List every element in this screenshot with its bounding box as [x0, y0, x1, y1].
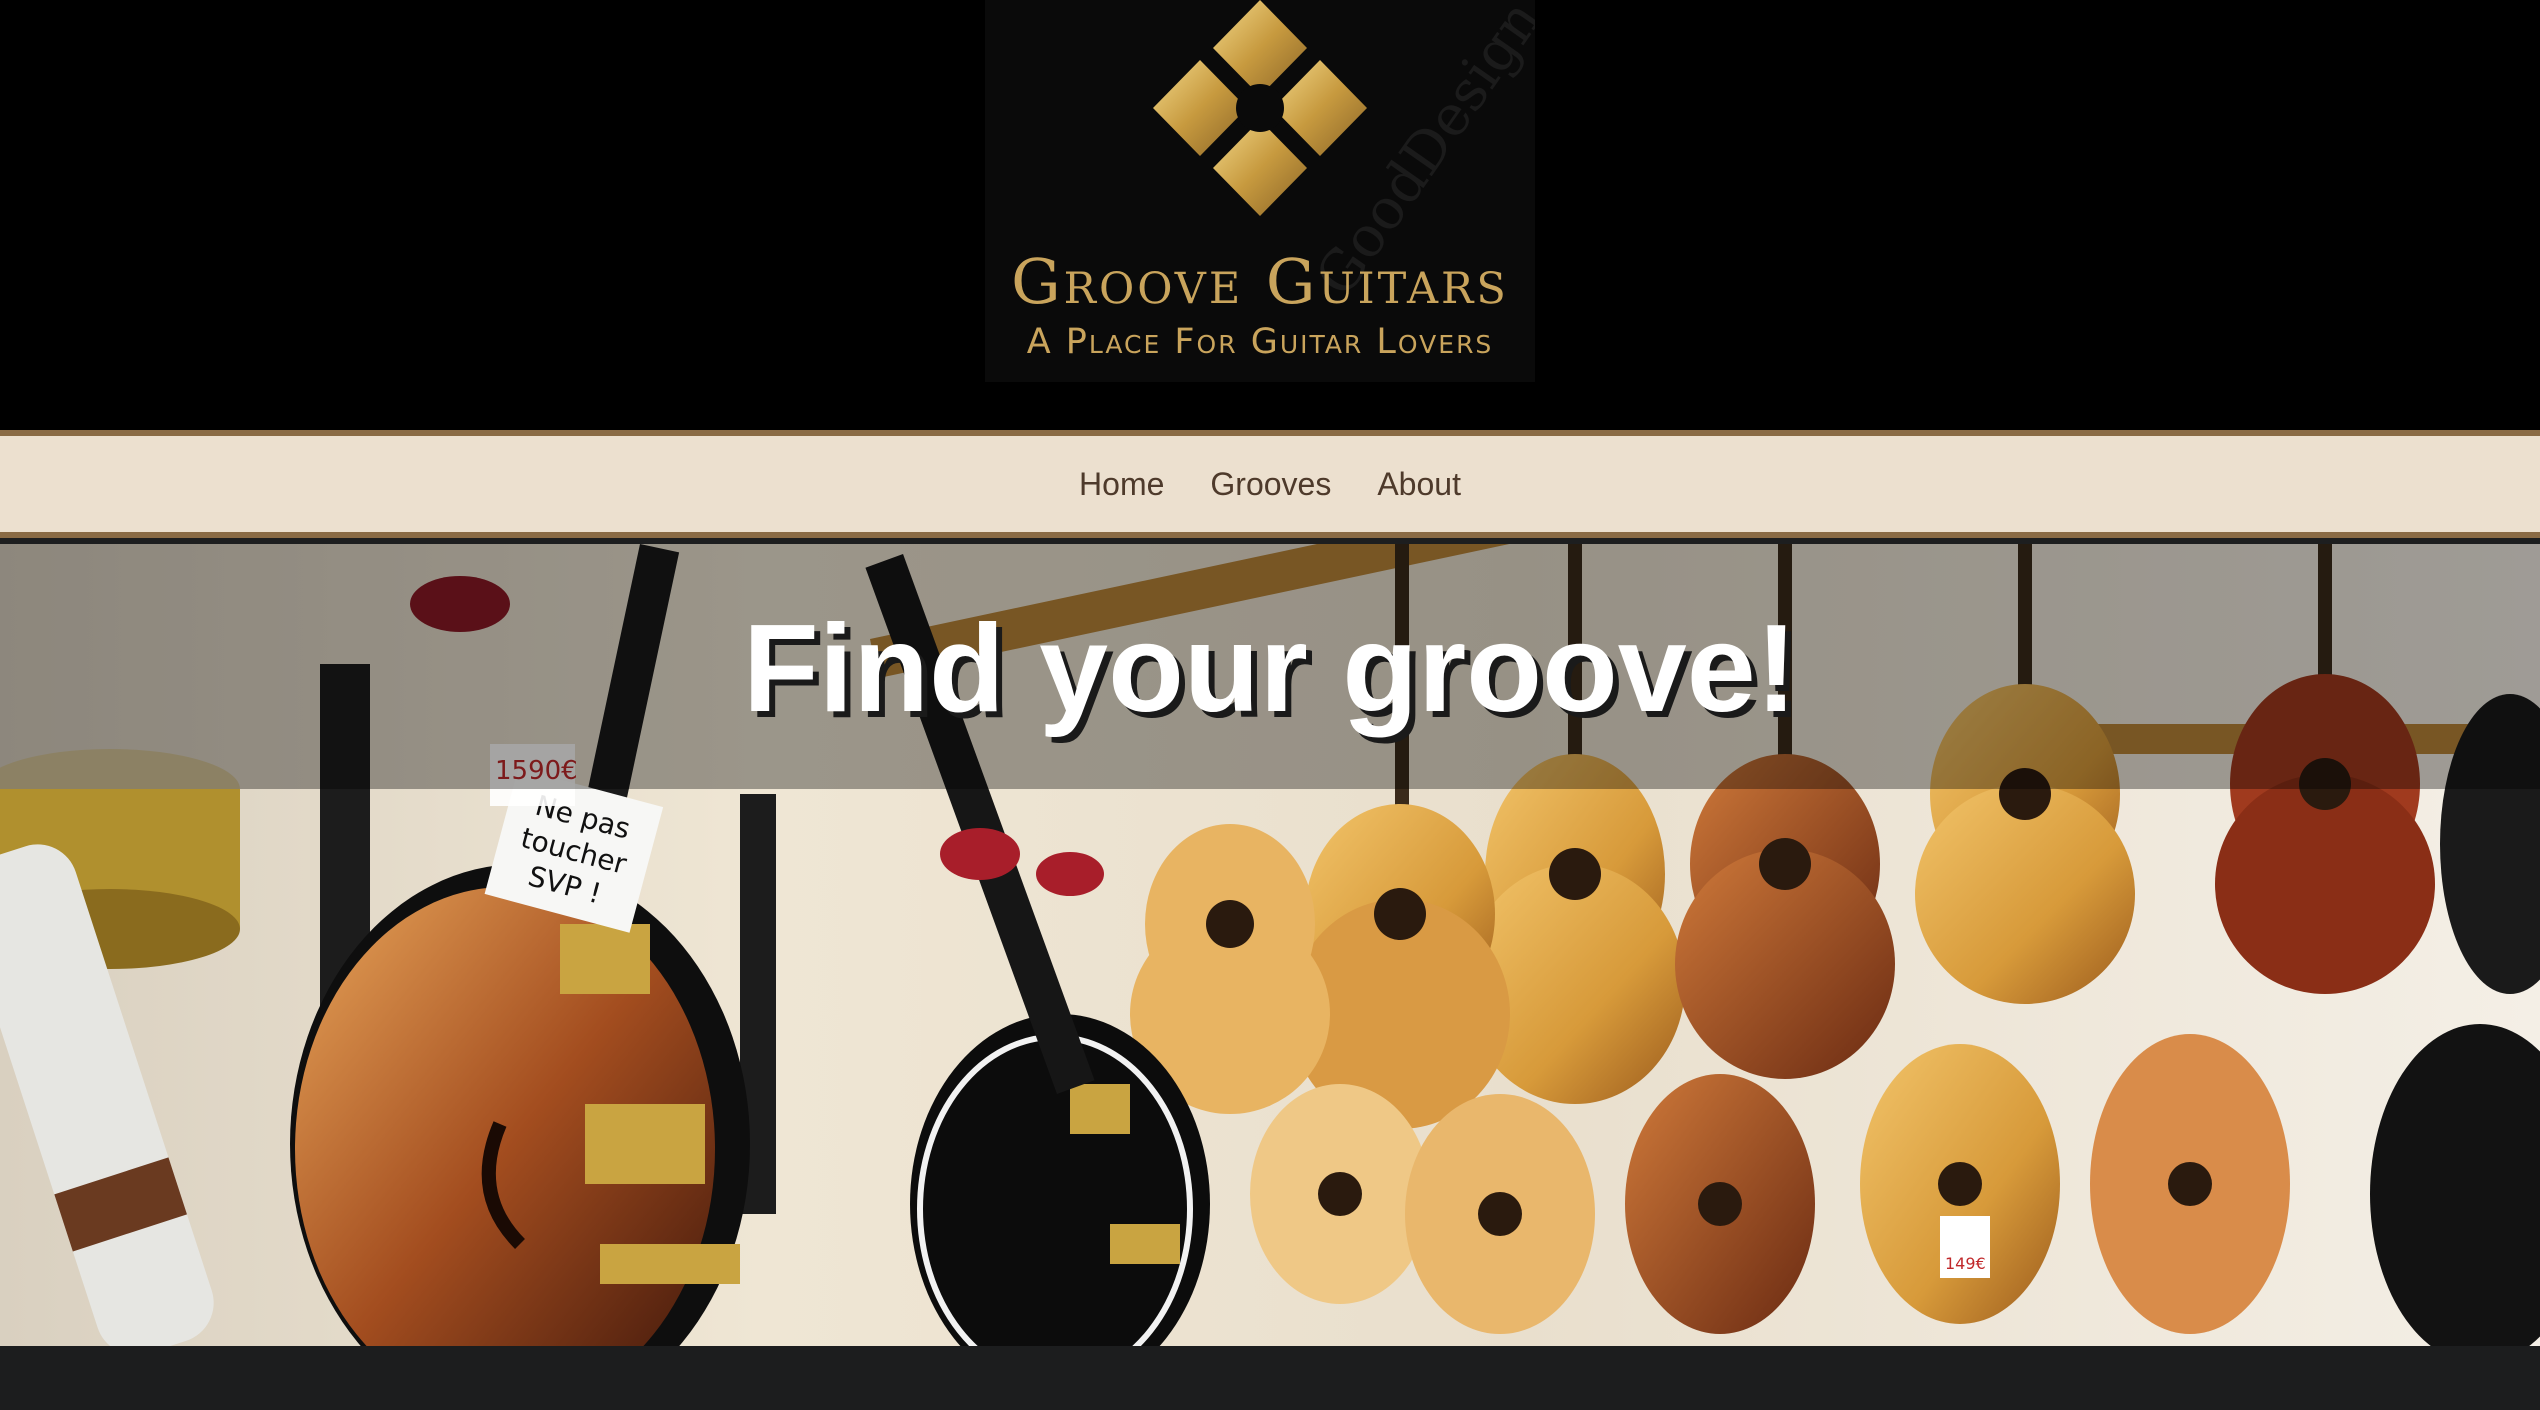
site-header: GoodDesign Groove Guitars A Place For Gu… [0, 0, 2540, 430]
page-bottom-bar [0, 1346, 2540, 1410]
svg-text:149€: 149€ [1945, 1254, 1986, 1273]
logo-tagline: A Place For Guitar Lovers [1026, 322, 1494, 362]
nav-grooves-link[interactable]: Grooves [1210, 466, 1331, 503]
hero-banner: Ne pas toucher SVP ! 149€ 1590€ Find you… [0, 544, 2540, 1346]
nav-home-link[interactable]: Home [1079, 466, 1164, 503]
main-navigation: Home Grooves About [0, 430, 2540, 538]
groove-guitars-logo[interactable]: GoodDesign Groove Guitars A Place For Gu… [985, 0, 1535, 382]
nav-links: Home Grooves About [0, 436, 2540, 532]
hero-title: Find your groove! [743, 600, 1797, 738]
nav-about-link[interactable]: About [1377, 466, 1461, 503]
logo-title: Groove Guitars [1011, 245, 1509, 318]
